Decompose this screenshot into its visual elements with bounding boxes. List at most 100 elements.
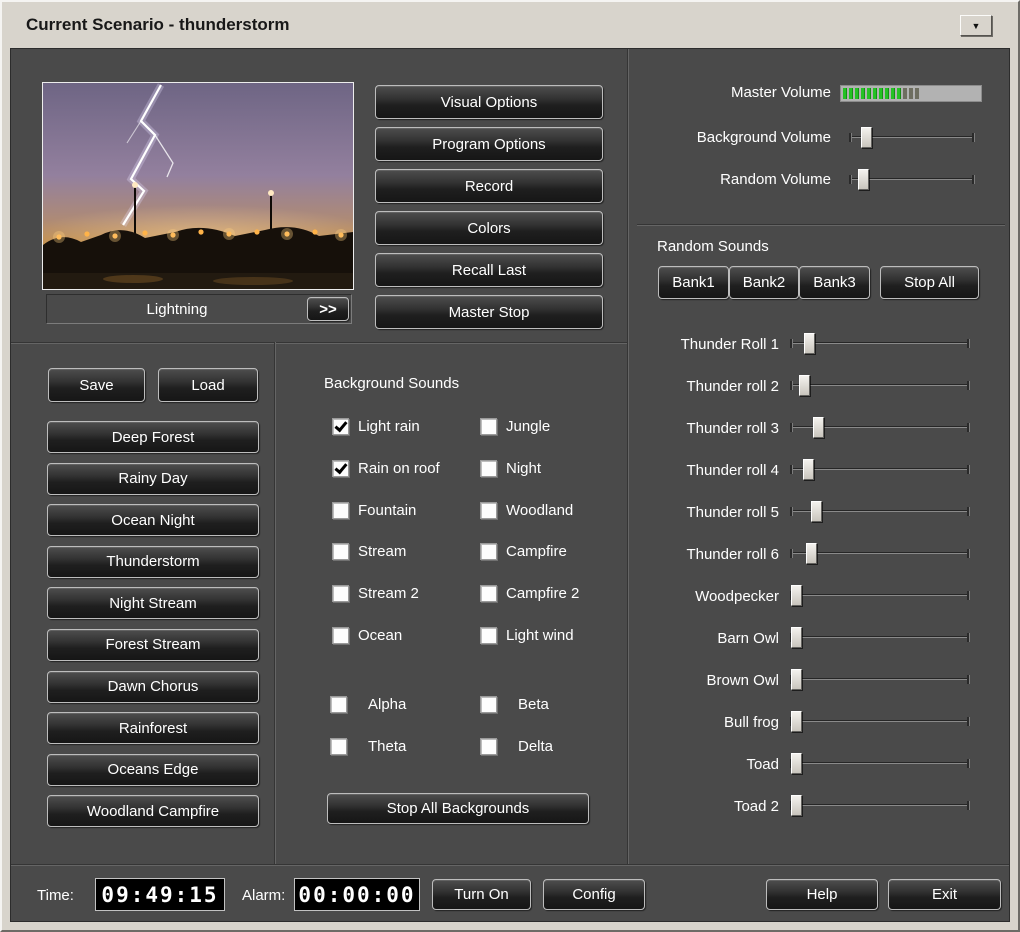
slider-track (790, 759, 970, 768)
exit-button[interactable]: Exit (888, 879, 1001, 910)
turn-on-button[interactable]: Turn On (432, 879, 531, 910)
slider-thumb[interactable] (813, 417, 824, 438)
option-campfire-2[interactable]: Campfire 2 (480, 573, 579, 615)
preset-rainforest-button[interactable]: Rainforest (47, 712, 259, 745)
slider-thumb[interactable] (861, 127, 872, 148)
toad-2-slider[interactable] (790, 795, 970, 817)
master-stop-button[interactable]: Master Stop (375, 295, 603, 329)
woodpecker-slider[interactable] (790, 585, 970, 607)
slider-thumb[interactable] (791, 753, 802, 774)
slider-thumb[interactable] (811, 501, 822, 522)
checkbox[interactable] (330, 738, 347, 756)
option-label: Stream (358, 543, 407, 561)
option-rain-on-roof[interactable]: Rain on roof (332, 448, 440, 490)
option-campfire[interactable]: Campfire (480, 531, 579, 573)
option-jungle[interactable]: Jungle (480, 406, 579, 448)
slider-thumb[interactable] (806, 543, 817, 564)
slider-thumb[interactable] (791, 627, 802, 648)
checkbox[interactable] (332, 626, 349, 644)
brown-owl-slider[interactable] (790, 669, 970, 691)
colors-button[interactable]: Colors (375, 211, 603, 245)
bull-frog-slider[interactable] (790, 711, 970, 733)
preset-forest-stream-button[interactable]: Forest Stream (47, 628, 259, 661)
preset-ocean-night-button[interactable]: Ocean Night (47, 504, 259, 537)
barn-owl-slider[interactable] (790, 627, 970, 649)
checkbox[interactable] (330, 696, 347, 714)
slider-thumb[interactable] (791, 585, 802, 606)
checkbox[interactable] (480, 543, 497, 561)
preset-dawn-chorus-button[interactable]: Dawn Chorus (47, 670, 259, 703)
slider-thumb[interactable] (791, 795, 802, 816)
option-light-rain[interactable]: Light rain (332, 406, 440, 448)
checkbox[interactable] (332, 460, 349, 478)
bank1-button[interactable]: Bank1 (658, 266, 729, 299)
preset-night-stream-button[interactable]: Night Stream (47, 587, 259, 620)
thunder-roll-6-slider[interactable] (790, 543, 970, 565)
option-label: Campfire 2 (506, 585, 580, 603)
slider-label: Thunder roll 6 (686, 545, 779, 563)
option-woodland[interactable]: Woodland (480, 489, 579, 531)
background-volume-slider[interactable] (849, 127, 975, 149)
option-fountain[interactable]: Fountain (332, 489, 440, 531)
bank3-button[interactable]: Bank3 (799, 266, 870, 299)
preset-rainy-day-button[interactable]: Rainy Day (47, 462, 259, 495)
slider-track (790, 465, 970, 474)
thunder-roll-4-slider[interactable] (790, 459, 970, 481)
toad-slider[interactable] (790, 753, 970, 775)
stop-all-backgrounds-button[interactable]: Stop All Backgrounds (327, 793, 589, 824)
option-light-wind[interactable]: Light wind (480, 614, 579, 656)
option-stream[interactable]: Stream (332, 531, 440, 573)
option-label: Light wind (506, 626, 574, 644)
program-options-button[interactable]: Program Options (375, 127, 603, 161)
checkbox[interactable] (480, 626, 497, 644)
slider-thumb[interactable] (803, 459, 814, 480)
recall-last-button[interactable]: Recall Last (375, 253, 603, 287)
slider-thumb[interactable] (791, 711, 802, 732)
preset-oceans-edge-button[interactable]: Oceans Edge (47, 753, 259, 786)
random-volume-slider[interactable] (849, 169, 975, 191)
option-night[interactable]: Night (480, 448, 579, 490)
config-button[interactable]: Config (543, 879, 645, 910)
option-buttons: Visual Options Program Options Record Co… (375, 85, 603, 329)
master-volume-meter (840, 85, 982, 102)
help-button[interactable]: Help (766, 879, 878, 910)
checkbox[interactable] (332, 585, 349, 603)
record-button[interactable]: Record (375, 169, 603, 203)
checkbox[interactable] (480, 585, 497, 603)
option-alpha[interactable]: Alpha (330, 684, 406, 726)
checkbox[interactable] (480, 696, 497, 714)
checkbox[interactable] (332, 418, 349, 436)
load-button[interactable]: Load (158, 368, 258, 402)
option-ocean[interactable]: Ocean (332, 614, 440, 656)
slider-track (790, 339, 970, 348)
preset-woodland-campfire-button[interactable]: Woodland Campfire (47, 795, 259, 828)
thunder-roll-5-slider[interactable] (790, 501, 970, 523)
bank2-button[interactable]: Bank2 (729, 266, 799, 299)
save-button[interactable]: Save (48, 368, 145, 402)
slider-thumb[interactable] (804, 333, 815, 354)
slider-thumb[interactable] (799, 375, 810, 396)
next-scenario-button[interactable]: >> (307, 297, 349, 321)
preset-deep-forest-button[interactable]: Deep Forest (47, 421, 259, 453)
thunder-roll-3-slider[interactable] (790, 417, 970, 439)
preset-thunderstorm-button[interactable]: Thunderstorm (47, 545, 259, 578)
option-stream-2[interactable]: Stream 2 (332, 573, 440, 615)
checkbox[interactable] (332, 543, 349, 561)
checkbox[interactable] (480, 460, 497, 478)
checkbox[interactable] (480, 418, 497, 436)
visual-options-button[interactable]: Visual Options (375, 85, 603, 119)
stop-all-random-button[interactable]: Stop All (880, 266, 979, 299)
checkbox[interactable] (480, 501, 497, 519)
option-delta[interactable]: Delta (480, 726, 553, 768)
thunder-roll-2-slider[interactable] (790, 375, 970, 397)
option-beta[interactable]: Beta (480, 684, 553, 726)
checkbox[interactable] (332, 501, 349, 519)
option-theta[interactable]: Theta (330, 726, 406, 768)
thunder-roll-1-slider[interactable] (790, 333, 970, 355)
slider-thumb[interactable] (791, 669, 802, 690)
chevron-down-icon: ▼ (971, 20, 981, 31)
slider-thumb[interactable] (858, 169, 869, 190)
checkbox[interactable] (480, 738, 497, 756)
meter-segment (879, 88, 883, 99)
window-menu-button[interactable]: ▼ (960, 15, 992, 36)
